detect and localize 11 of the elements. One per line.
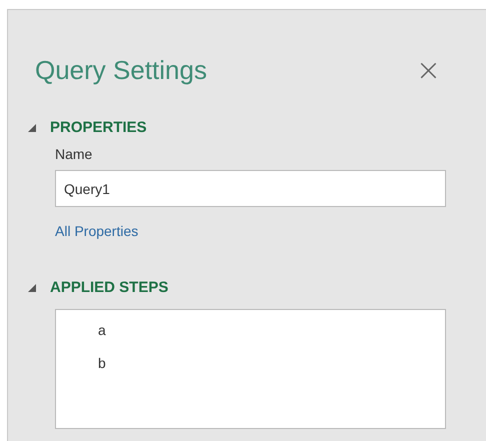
step-item[interactable]: a bbox=[98, 322, 106, 338]
name-field[interactable]: Query1 bbox=[55, 170, 446, 207]
all-properties-link[interactable]: All Properties bbox=[55, 223, 138, 239]
step-item[interactable]: b bbox=[98, 355, 106, 371]
panel-title: Query Settings bbox=[35, 55, 207, 86]
section-heading: PROPERTIES bbox=[50, 119, 147, 136]
collapse-triangle-icon[interactable] bbox=[28, 124, 36, 132]
field-label: Name bbox=[55, 146, 92, 162]
collapse-triangle-icon[interactable] bbox=[28, 284, 36, 292]
close-button[interactable]: × bbox=[416, 56, 441, 86]
section-heading: APPLIED STEPS bbox=[50, 279, 168, 296]
